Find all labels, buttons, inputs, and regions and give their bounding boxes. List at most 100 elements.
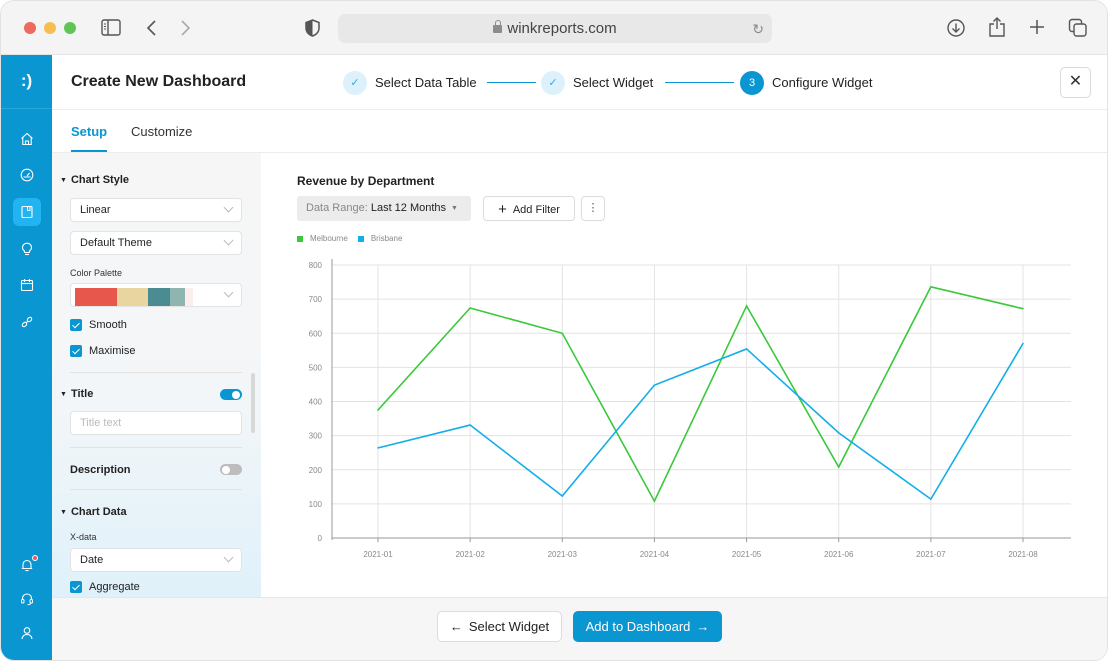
add-filter-button[interactable]: + Add Filter (483, 196, 575, 221)
url-text[interactable]: winkreports.com (338, 20, 772, 37)
theme-select[interactable]: Default Theme (70, 231, 242, 255)
tabs-overview-icon[interactable] (1068, 18, 1088, 41)
x-tick-label: 2021-05 (732, 550, 762, 559)
nav-item-home[interactable] (13, 125, 41, 153)
x-tick-label: 2021-07 (916, 550, 946, 559)
x-tick-label: 2021-06 (824, 550, 854, 559)
step-label: Select Data Table (375, 75, 477, 90)
add-to-dashboard-button[interactable]: Add to Dashboard → (573, 611, 722, 642)
description-toggle[interactable] (220, 464, 242, 475)
lock-icon (493, 20, 503, 33)
section-chart-style[interactable]: ▼ Chart Style (60, 174, 129, 186)
section-description[interactable]: Description (70, 464, 131, 476)
legend-item-brisbane[interactable]: Brisbane (357, 234, 403, 243)
legend-item-melbourne[interactable]: Melbourne (297, 234, 348, 243)
checkbox-label: Smooth (89, 319, 127, 331)
legend-label: Brisbane (370, 234, 403, 243)
step-configure-widget[interactable]: 3 Configure Widget (740, 69, 872, 96)
legend-label: Melbourne (310, 234, 348, 243)
address-bar[interactable]: winkreports.com ↻ (338, 14, 772, 43)
select-value: Default Theme (80, 237, 152, 249)
y-tick-label: 500 (309, 363, 323, 372)
color-palette-label: Color Palette (70, 268, 123, 278)
nav-item-support[interactable] (13, 585, 41, 613)
x-data-select[interactable]: Date (70, 548, 242, 572)
data-point-melbourne (837, 466, 840, 468)
minimize-window-button[interactable] (44, 22, 56, 34)
data-point-melbourne (653, 500, 656, 502)
section-heading: Title (70, 388, 94, 400)
palette-swatch (117, 288, 148, 306)
nav-item-profile[interactable] (13, 619, 41, 647)
checkbox-checked-icon (70, 319, 82, 331)
active-tab-indicator (71, 150, 107, 152)
sidebar-toggle-icon[interactable] (101, 19, 121, 39)
panel-scrollbar[interactable] (251, 373, 255, 433)
chevron-down-icon (223, 235, 234, 246)
arrow-right-icon: → (696, 619, 710, 634)
settings-panel: ▼ Chart Style Linear Default Theme Color … (52, 153, 261, 597)
title-toggle[interactable] (220, 389, 242, 400)
checkbox-checked-icon (70, 345, 82, 357)
nav-item-notifications[interactable] (13, 551, 41, 579)
app-logo[interactable]: :) (1, 55, 52, 109)
nav-item-reports[interactable] (13, 198, 41, 226)
chart-type-select[interactable]: Linear (70, 198, 242, 222)
section-chart-data[interactable]: ▼ Chart Data (60, 506, 127, 518)
y-tick-label: 0 (318, 534, 323, 543)
link-icon (21, 316, 33, 328)
x-tick-label: 2021-02 (455, 550, 485, 559)
palette-swatch (148, 288, 170, 306)
share-icon[interactable] (988, 16, 1006, 41)
plus-icon: + (498, 201, 507, 218)
x-data-label: X-data (70, 532, 97, 542)
step-select-data-table[interactable]: ✓ Select Data Table (343, 69, 477, 96)
divider (70, 447, 242, 448)
shield-icon[interactable] (305, 19, 320, 40)
data-point-brisbane (469, 424, 471, 426)
chart-legend: Melbourne Brisbane (297, 234, 412, 243)
data-range-dropdown[interactable]: Data Range: Last 12 Months ▼ (297, 196, 471, 221)
step-label: Configure Widget (772, 75, 873, 90)
back-icon[interactable] (146, 19, 158, 40)
back-label: Select Widget (468, 619, 550, 634)
download-icon[interactable] (946, 18, 966, 41)
maximize-window-button[interactable] (64, 22, 76, 34)
step-select-widget[interactable]: ✓ Select Widget (541, 69, 653, 96)
forward-icon[interactable] (179, 19, 191, 40)
new-tab-icon[interactable] (1028, 18, 1046, 39)
nav-item-calendar[interactable] (13, 271, 41, 299)
tab-bar: Setup Customize (52, 110, 1107, 153)
series-line-brisbane (377, 343, 1024, 501)
nav-item-dashboard[interactable] (13, 161, 41, 189)
reload-icon[interactable]: ↻ (752, 20, 764, 38)
tab-setup[interactable]: Setup (71, 124, 107, 139)
report-icon (21, 205, 33, 219)
maximise-checkbox[interactable]: Maximise (70, 344, 135, 358)
aggregate-checkbox[interactable]: Aggregate (70, 580, 140, 594)
data-point-melbourne (1022, 307, 1024, 310)
nav-item-integrations[interactable] (13, 308, 41, 336)
home-icon (21, 132, 33, 146)
checkbox-label: Maximise (89, 345, 136, 357)
select-widget-back-button[interactable]: ← Select Widget (437, 611, 562, 642)
y-tick-label: 700 (309, 295, 323, 304)
arrow-left-icon: ← (449, 619, 463, 634)
legend-swatch (357, 235, 364, 242)
color-palette-select[interactable] (70, 283, 242, 307)
headset-icon (21, 593, 33, 606)
palette-swatch (170, 288, 185, 306)
section-title[interactable]: ▼ Title (60, 388, 93, 400)
data-point-melbourne (930, 286, 932, 288)
step-connector (665, 82, 734, 83)
y-tick-label: 800 (309, 261, 323, 270)
page-header: Create New Dashboard ✓ Select Data Table… (52, 55, 1107, 110)
nav-item-insights[interactable] (13, 235, 41, 263)
title-text-input[interactable] (70, 411, 242, 435)
more-options-button[interactable]: ⋮ (581, 196, 605, 221)
tab-customize[interactable]: Customize (131, 124, 192, 139)
close-window-button[interactable] (24, 22, 36, 34)
close-button[interactable]: ✕ (1060, 67, 1091, 98)
step-number: 3 (740, 70, 764, 95)
smooth-checkbox[interactable]: Smooth (70, 318, 127, 332)
